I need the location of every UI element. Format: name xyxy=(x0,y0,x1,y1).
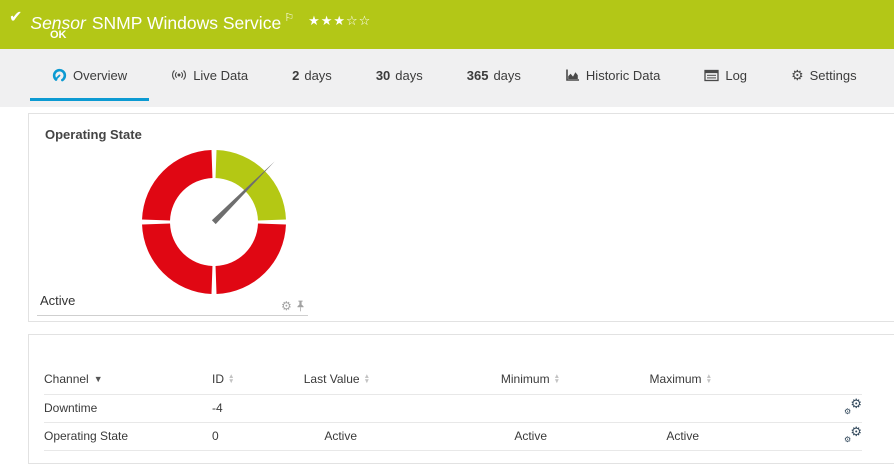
channel-settings-icon[interactable]: ⚙⚙ xyxy=(844,399,862,415)
tab-label-number: 30 xyxy=(376,68,390,83)
tab-label: Overview xyxy=(73,68,127,83)
cell-channel[interactable]: Downtime xyxy=(44,394,212,422)
sort-icon: ▲▼ xyxy=(706,374,712,384)
cell-maximum xyxy=(560,394,712,422)
pin-icon[interactable] xyxy=(295,300,306,312)
tab-label: Live Data xyxy=(193,68,248,83)
column-label: Minimum xyxy=(501,372,550,386)
cell-last-value xyxy=(300,394,370,422)
cell-id: 0 xyxy=(212,422,300,450)
stars-empty: ☆☆ xyxy=(346,13,371,28)
area-chart-icon xyxy=(565,68,580,82)
tab-30-days[interactable]: 30 days xyxy=(354,49,445,101)
tab-label: Historic Data xyxy=(586,68,660,83)
column-header-maximum[interactable]: Maximum ▲▼ xyxy=(560,365,712,394)
column-label: Maximum xyxy=(650,372,702,386)
cell-channel[interactable]: Operating State xyxy=(44,422,212,450)
sensor-header: ✔ SensorSNMP Windows Service⚐★★★☆☆ OK xyxy=(0,0,894,49)
sort-icon: ▲▼ xyxy=(228,374,234,384)
tab-log[interactable]: Log xyxy=(682,49,769,101)
status-check-icon: ✔ xyxy=(9,7,22,29)
page-title: SensorSNMP Windows Service⚐★★★☆☆ xyxy=(30,7,371,34)
table-header-row: Channel ▼ ID ▲▼ Last Value ▲▼ Minimum ▲▼ Max… xyxy=(44,365,862,394)
tab-365-days[interactable]: 365 days xyxy=(445,49,543,101)
log-icon xyxy=(704,69,719,82)
tab-settings[interactable]: ⚙ Settings xyxy=(769,49,879,101)
cell-minimum xyxy=(370,394,560,422)
tab-label-number: 2 xyxy=(292,68,299,83)
cell-maximum: Active xyxy=(560,422,712,450)
column-header-id[interactable]: ID ▲▼ xyxy=(212,365,300,394)
gauge-icon xyxy=(52,68,67,83)
column-header-settings xyxy=(712,365,862,394)
flag-icon[interactable]: ⚐ xyxy=(284,12,294,24)
table-row-operating-state: Operating State 0 Active Active Active ⚙… xyxy=(44,422,862,450)
channel-settings-icon[interactable]: ⚙⚙ xyxy=(844,427,862,443)
status-badge: OK xyxy=(50,29,67,41)
tab-label-unit: days xyxy=(304,68,331,83)
table-row-downtime: Downtime -4 ⚙⚙ xyxy=(44,394,862,422)
cell-id: -4 xyxy=(212,394,300,422)
gear-icon[interactable]: ⚙ xyxy=(281,300,292,312)
column-label: Last Value xyxy=(304,372,360,386)
broadcast-icon xyxy=(171,68,187,82)
column-label: ID xyxy=(212,372,224,386)
priority-stars[interactable]: ★★★☆☆ xyxy=(308,13,371,28)
tab-bar: Overview Live Data 2 days 30 days 365 da… xyxy=(0,49,894,107)
operating-state-panel: Operating State Active ⚙ xyxy=(28,113,894,322)
gauge-value-label: Active xyxy=(40,293,75,308)
channels-table: Channel ▼ ID ▲▼ Last Value ▲▼ Minimum ▲▼ Max… xyxy=(44,365,862,451)
column-label: Channel xyxy=(44,372,89,386)
sort-icon: ▲▼ xyxy=(554,374,560,384)
tab-label-unit: days xyxy=(395,68,422,83)
tab-label-unit: days xyxy=(493,68,520,83)
tab-label: Log xyxy=(725,68,747,83)
tab-overview[interactable]: Overview xyxy=(30,49,149,101)
cell-last-value: Active xyxy=(300,422,370,450)
tab-label: Settings xyxy=(810,68,857,83)
sort-icon: ▲▼ xyxy=(364,374,370,384)
page-title-name: SNMP Windows Service xyxy=(92,13,281,33)
gauge-footer-divider xyxy=(37,315,308,316)
tab-label-number: 365 xyxy=(467,68,489,83)
operating-state-gauge xyxy=(124,132,304,312)
channels-panel: Channel ▼ ID ▲▼ Last Value ▲▼ Minimum ▲▼ Max… xyxy=(28,334,894,464)
gear-icon: ⚙ xyxy=(791,68,804,82)
sort-desc-icon: ▼ xyxy=(94,374,103,384)
column-header-minimum[interactable]: Minimum ▲▼ xyxy=(370,365,560,394)
tab-live-data[interactable]: Live Data xyxy=(149,49,270,101)
column-header-last-value[interactable]: Last Value ▲▼ xyxy=(300,365,370,394)
tab-2-days[interactable]: 2 days xyxy=(270,49,354,101)
cell-minimum: Active xyxy=(370,422,560,450)
tab-historic-data[interactable]: Historic Data xyxy=(543,49,682,101)
stars-filled: ★★★ xyxy=(308,13,346,28)
column-header-channel[interactable]: Channel ▼ xyxy=(44,365,212,394)
